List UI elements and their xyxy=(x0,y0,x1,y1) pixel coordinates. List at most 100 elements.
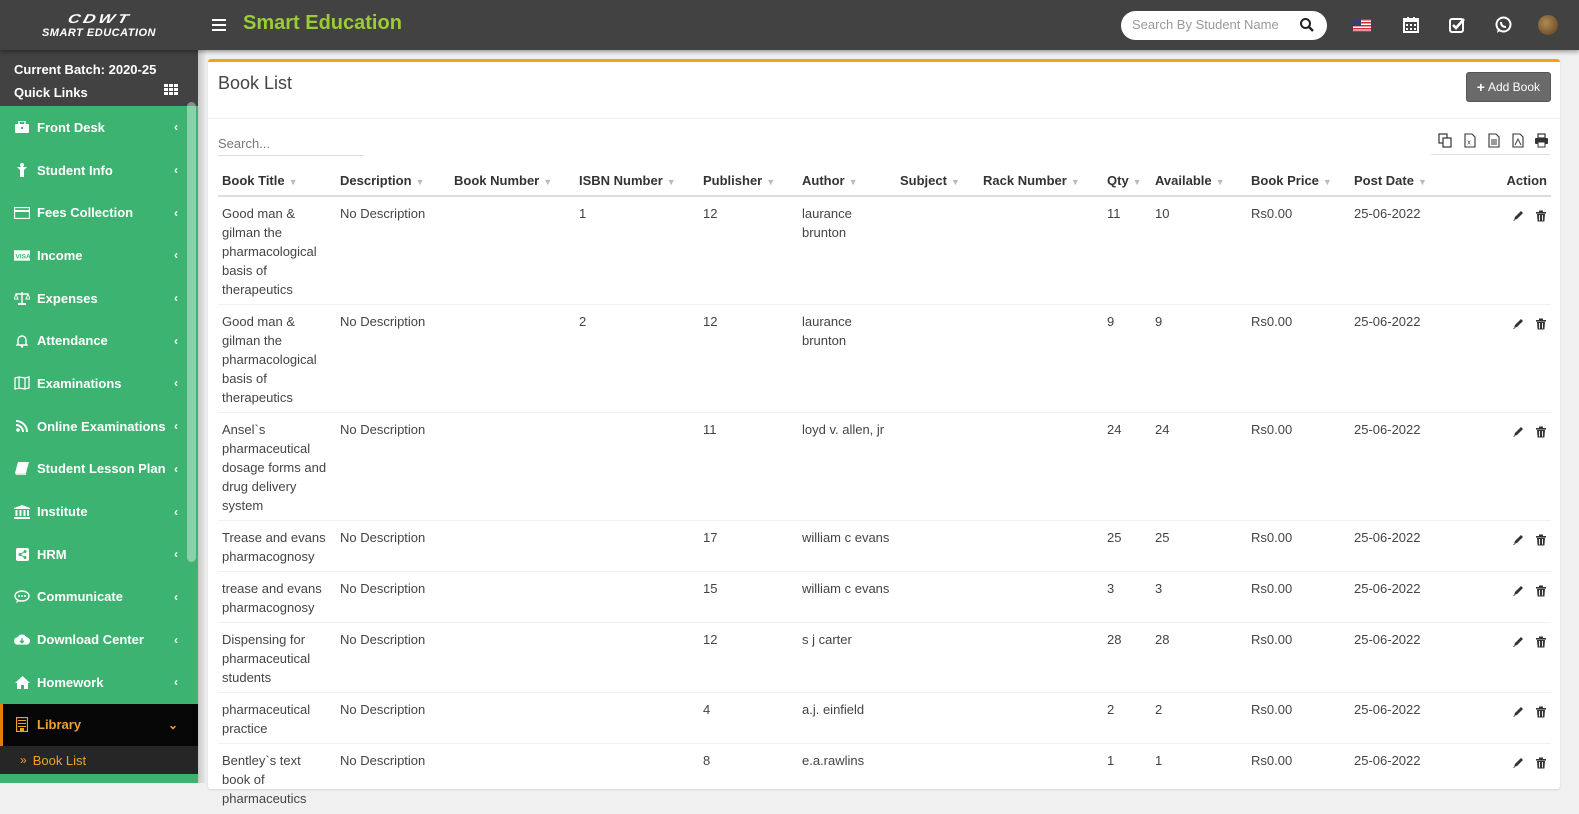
whatsapp-icon[interactable] xyxy=(1493,15,1513,35)
sort-icon[interactable]: ▼ xyxy=(1323,177,1332,187)
print-icon[interactable] xyxy=(1533,132,1550,149)
sidebar-item-hrm[interactable]: HRM ‹ xyxy=(0,533,198,576)
edit-pencil-icon[interactable] xyxy=(1510,634,1524,648)
sidebar-subitem-book-list[interactable]: » Book List xyxy=(0,746,198,775)
delete-trash-icon[interactable] xyxy=(1533,316,1547,330)
column-header-author[interactable]: Author ▼ xyxy=(798,166,896,197)
cell-qty: 3 xyxy=(1103,571,1151,623)
add-book-button[interactable]: + Add Book xyxy=(1465,72,1551,102)
cell-book-number xyxy=(450,520,575,572)
cell-title: Dispensing for pharmaceutical students xyxy=(218,622,336,693)
edit-pencil-icon[interactable] xyxy=(1510,704,1524,718)
content-edge xyxy=(198,50,206,783)
library-icon xyxy=(14,717,30,733)
sidebar-item-download-center[interactable]: Download Center ‹ xyxy=(0,618,198,661)
edit-pencil-icon[interactable] xyxy=(1510,208,1524,222)
sort-icon[interactable]: ▼ xyxy=(667,177,676,187)
cell-action xyxy=(1469,692,1551,744)
delete-trash-icon[interactable] xyxy=(1533,532,1547,546)
copy-icon[interactable] xyxy=(1437,132,1454,149)
column-header-rack-number[interactable]: Rack Number ▼ xyxy=(979,166,1103,197)
cell-price: Rs0.00 xyxy=(1247,622,1350,693)
sidebar-item-student-info[interactable]: Student Info ‹ xyxy=(0,149,198,192)
table-search-input[interactable] xyxy=(218,132,363,156)
sort-icon[interactable]: ▼ xyxy=(289,177,298,187)
sidebar-item-examinations[interactable]: Examinations ‹ xyxy=(0,362,198,405)
cell-description: No Description xyxy=(336,571,450,623)
sidebar-item-attendance[interactable]: Attendance ‹ xyxy=(0,319,198,362)
column-header-subject[interactable]: Subject ▼ xyxy=(896,166,979,197)
delete-trash-icon[interactable] xyxy=(1533,208,1547,222)
cell-action xyxy=(1469,412,1551,521)
column-header-qty[interactable]: Qty ▼ xyxy=(1103,166,1151,197)
sidebar-item-online-examinations[interactable]: Online Examinations ‹ xyxy=(0,405,198,448)
edit-pencil-icon[interactable] xyxy=(1510,583,1524,597)
cell-book-number xyxy=(450,622,575,693)
us-flag-icon[interactable] xyxy=(1352,15,1372,35)
excel-icon[interactable]: x xyxy=(1461,132,1478,149)
sidebar-item-communicate[interactable]: Communicate ‹ xyxy=(0,576,198,619)
sort-icon[interactable]: ▼ xyxy=(951,177,960,187)
column-header-publisher[interactable]: Publisher ▼ xyxy=(699,166,798,197)
sort-icon[interactable]: ▼ xyxy=(1133,177,1142,187)
delete-trash-icon[interactable] xyxy=(1533,583,1547,597)
sort-icon[interactable]: ▼ xyxy=(416,177,425,187)
logo[interactable]: CDWT SMART EDUCATION xyxy=(0,0,198,50)
sort-icon[interactable]: ▼ xyxy=(1071,177,1080,187)
user-avatar[interactable] xyxy=(1538,15,1558,35)
sidebar-item-student-lesson-plan[interactable]: Student Lesson Plan ‹ xyxy=(0,448,198,491)
sidebar-item-institute[interactable]: Institute ‹ xyxy=(0,490,198,533)
delete-trash-icon[interactable] xyxy=(1533,755,1547,769)
sort-icon[interactable]: ▼ xyxy=(1216,177,1225,187)
cell-author: william c evans xyxy=(798,571,896,623)
chevron-left-icon: ‹ xyxy=(174,333,178,348)
column-header-book-price[interactable]: Book Price ▼ xyxy=(1247,166,1350,197)
calendar-icon[interactable] xyxy=(1401,15,1421,35)
edit-pencil-icon[interactable] xyxy=(1510,755,1524,769)
cell-isbn xyxy=(575,743,699,814)
cell-rack xyxy=(979,196,1103,305)
sidebar-item-fees-collection[interactable]: Fees Collection ‹ xyxy=(0,191,198,234)
cell-price: Rs0.00 xyxy=(1247,571,1350,623)
sidebar-scrollbar[interactable] xyxy=(187,102,196,562)
cell-book-number xyxy=(450,304,575,413)
pdf-icon[interactable] xyxy=(1509,132,1526,149)
task-check-icon[interactable] xyxy=(1447,15,1467,35)
column-header-label: ISBN Number xyxy=(579,173,663,188)
csv-icon[interactable] xyxy=(1485,132,1502,149)
sidebar-item-front-desk[interactable]: Front Desk ‹ xyxy=(0,106,198,149)
delete-trash-icon[interactable] xyxy=(1533,704,1547,718)
sidebar-item-expenses[interactable]: Expenses ‹ xyxy=(0,277,198,320)
chevron-left-icon: ‹ xyxy=(174,675,178,690)
sort-icon[interactable]: ▼ xyxy=(543,177,552,187)
sidebar-item-label: Fees Collection xyxy=(37,205,134,221)
sort-icon[interactable]: ▼ xyxy=(766,177,775,187)
sidebar-item-library[interactable]: Library ⌄ xyxy=(0,703,198,747)
cell-action xyxy=(1469,196,1551,305)
column-header-isbn-number[interactable]: ISBN Number ▼ xyxy=(575,166,699,197)
double-chevron-right-icon: » xyxy=(20,753,27,768)
grid-icon[interactable] xyxy=(164,83,178,95)
delete-trash-icon[interactable] xyxy=(1533,634,1547,648)
column-header-book-title[interactable]: Book Title ▼ xyxy=(218,166,336,197)
sidebar-item-homework[interactable]: Homework ‹ xyxy=(0,661,198,704)
quick-links-label[interactable]: Quick Links xyxy=(14,81,184,104)
edit-pencil-icon[interactable] xyxy=(1510,316,1524,330)
sidebar-item-income[interactable]: VISA Income ‹ xyxy=(0,234,198,277)
cell-action xyxy=(1469,520,1551,572)
menu-icon[interactable] xyxy=(212,16,226,34)
delete-trash-icon[interactable] xyxy=(1533,424,1547,438)
student-search-input[interactable] xyxy=(1132,17,1282,32)
cell-title: trease and evans pharmacognosy xyxy=(218,571,336,623)
column-header-available[interactable]: Available ▼ xyxy=(1151,166,1247,197)
column-header-book-number[interactable]: Book Number ▼ xyxy=(450,166,575,197)
search-icon[interactable] xyxy=(1299,17,1315,33)
sort-icon[interactable]: ▼ xyxy=(849,177,858,187)
cell-publisher: 12 xyxy=(699,304,798,413)
edit-pencil-icon[interactable] xyxy=(1510,424,1524,438)
table-row: Ansel`s pharmaceutical dosage forms and … xyxy=(218,412,1551,521)
column-header-post-date[interactable]: Post Date ▼ xyxy=(1350,166,1469,197)
column-header-description[interactable]: Description ▼ xyxy=(336,166,450,197)
edit-pencil-icon[interactable] xyxy=(1510,532,1524,546)
sort-icon[interactable]: ▼ xyxy=(1418,177,1427,187)
